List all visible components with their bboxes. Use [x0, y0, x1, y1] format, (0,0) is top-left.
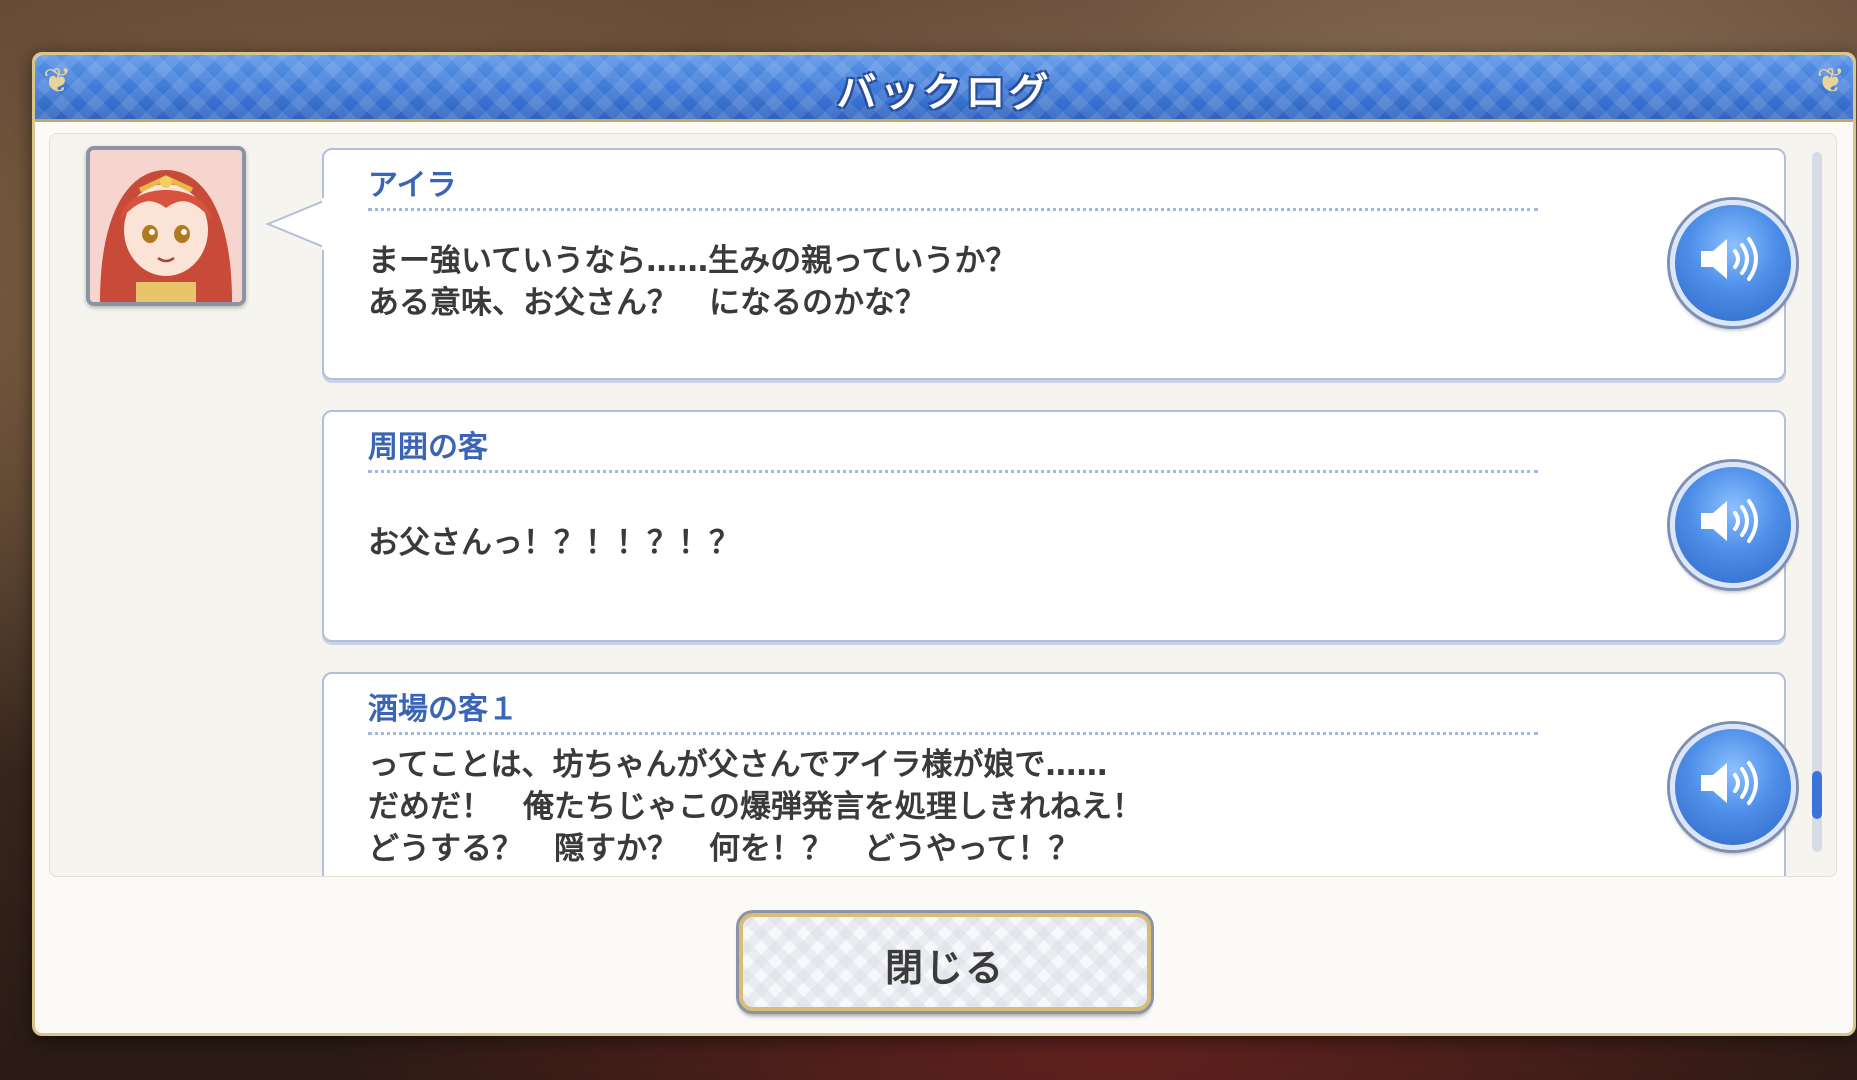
log-entry: 酒場の客１ ってことは、坊ちゃんが父さんでアイラ様が娘で…… だめだ！ 俺たちじ…	[322, 672, 1796, 876]
speaker-volume-icon	[1701, 499, 1758, 543]
dialogue-text: お父さんっ！？！！？！？	[368, 525, 740, 561]
dialogue-text: まー強いていうなら……生みの親っていうか？ ある意味、お父さん？ になるのかな？	[368, 243, 1017, 321]
divider	[368, 732, 1538, 735]
speaker-volume-icon	[1701, 237, 1758, 281]
close-button[interactable]: 閉じる	[739, 913, 1151, 1011]
scrollbar-track[interactable]	[1812, 152, 1822, 852]
play-voice-button[interactable]	[1670, 462, 1796, 588]
speaker-name: 酒場の客１	[368, 692, 518, 727]
ornament-left-icon: ❦	[43, 61, 72, 101]
ornament-right-icon: ❦	[1816, 61, 1846, 101]
dialogue-text: ってことは、坊ちゃんが父さんでアイラ様が娘で…… だめだ！ 俺たちじゃこの爆弾発…	[368, 747, 1143, 867]
divider	[368, 208, 1538, 211]
dialog-title-bar: ❦ バックログ ❦	[35, 55, 1853, 122]
close-button-label: 閉じる	[884, 946, 1005, 990]
play-voice-button[interactable]	[1670, 724, 1796, 850]
scrollbar-thumb[interactable]	[1812, 771, 1822, 819]
play-voice-button[interactable]	[1670, 200, 1796, 326]
speaker-name: 周囲の客	[368, 430, 488, 465]
backlog-list[interactable]: アイラ まー強いていうなら……生みの親っていうか？ ある意味、お父さん？ になる…	[49, 133, 1837, 877]
dialog-title: バックログ	[836, 70, 1052, 116]
speaker-volume-icon	[1701, 761, 1758, 805]
speaker-name: アイラ	[368, 168, 457, 203]
log-entry: 周囲の客 お父さんっ！？！！？！？	[322, 410, 1796, 642]
divider	[368, 470, 1538, 473]
backlog-dialog: ❦ バックログ ❦ アイラ まー強いていうなら……生みの親っていうか？ ある意味…	[32, 52, 1856, 1036]
portrait-image	[90, 150, 242, 302]
character-portrait-avatar	[86, 146, 246, 306]
log-entry: アイラ まー強いていうなら……生みの親っていうか？ ある意味、お父さん？ になる…	[265, 148, 1796, 380]
